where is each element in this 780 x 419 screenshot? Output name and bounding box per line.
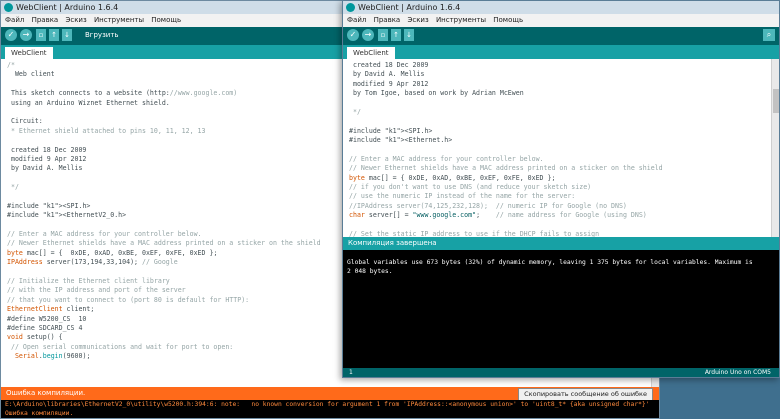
code-line: modified 9 Apr 2012 (349, 79, 429, 88)
code-text: created 18 Dec 2009 by David A. Mellis m… (343, 59, 771, 237)
upload-icon[interactable]: → (20, 29, 32, 41)
menu-help[interactable]: Помощь (493, 16, 523, 24)
code-line: #include "k1"><SPI.h> (349, 126, 433, 135)
line-number: 1 (349, 369, 353, 376)
toolbar-upload-label: Вгрузить (85, 31, 119, 39)
tab-webclient[interactable]: WebClient (5, 47, 53, 59)
console-line: Ошибка компиляции. (5, 410, 74, 417)
new-icon[interactable]: ▫ (36, 29, 46, 41)
status-bar: Компиляция завершена (343, 237, 779, 250)
window-title: WebClient | Arduino 1.6.4 (16, 3, 119, 12)
code-line: created 18 Dec 2009 (349, 61, 429, 69)
save-icon[interactable]: ↓ (404, 29, 414, 41)
new-icon[interactable]: ▫ (378, 29, 388, 41)
menu-file[interactable]: Файл (347, 16, 366, 24)
console-line: E:\Arduino\libraries\EthernetV2_0\utilit… (5, 401, 650, 408)
open-icon[interactable]: ↑ (391, 29, 401, 41)
footer-bar: 1 Arduino Uno on COM5 (343, 368, 779, 377)
code-line: // use the numeric IP instead of the nam… (349, 192, 576, 201)
tab-webclient[interactable]: WebClient (347, 47, 395, 59)
status-bar: Ошибка компиляции. Скопировать сообщение… (1, 387, 659, 401)
console-output: Global variables use 673 bytes (32%) of … (343, 250, 779, 370)
menu-edit[interactable]: Правка (32, 16, 59, 24)
code-line: // Set the static IP address to use if t… (349, 230, 600, 237)
save-icon[interactable]: ↓ (62, 29, 72, 41)
window-title: WebClient | Arduino 1.6.4 (358, 3, 461, 12)
status-message: Компиляция завершена (348, 239, 437, 247)
menu-help[interactable]: Помощь (151, 16, 181, 24)
toolbar: ✓ → ▫ ↑ ↓ ⌕ (343, 27, 779, 45)
verify-icon[interactable]: ✓ (347, 29, 359, 41)
code-line: */ (349, 107, 361, 116)
title-bar[interactable]: WebClient | Arduino 1.6.4 (343, 1, 779, 15)
code-line: // Newer Ethernet shields have a MAC add… (349, 164, 663, 173)
open-icon[interactable]: ↑ (49, 29, 59, 41)
menu-tools[interactable]: Инструменты (436, 16, 486, 24)
verify-icon[interactable]: ✓ (5, 29, 17, 41)
menu-file[interactable]: Файл (5, 16, 24, 24)
status-message: Ошибка компиляции. (6, 389, 86, 397)
tab-bar: WebClient (343, 45, 779, 59)
front-ide-window: WebClient | Arduino 1.6.4 Файл Правка Эс… (342, 0, 780, 378)
scrollbar-thumb[interactable] (773, 89, 779, 113)
menu-edit[interactable]: Правка (374, 16, 401, 24)
serial-monitor-icon[interactable]: ⌕ (763, 29, 775, 41)
code-line: by Tom Igoe, based on work by Adrian McE… (349, 89, 524, 98)
code-line: // if you don't want to use DNS (and red… (349, 183, 592, 192)
menu-sketch[interactable]: Эскиз (407, 16, 428, 24)
code-line: //IPAddress server(74,125,232,128); // n… (349, 201, 627, 210)
console-line: Global variables use 673 bytes (32%) of … (347, 259, 753, 266)
console-output: E:\Arduino\libraries\EthernetV2_0\utilit… (1, 400, 659, 418)
menu-sketch[interactable]: Эскиз (65, 16, 86, 24)
code-line: by David A. Mellis (349, 70, 425, 79)
editor-scrollbar[interactable] (771, 59, 779, 237)
arduino-app-icon (346, 3, 355, 12)
code-editor[interactable]: created 18 Dec 2009 by David A. Mellis m… (343, 59, 771, 237)
code-line: char server[] = "www.google.com"; // nam… (349, 211, 647, 220)
upload-icon[interactable]: → (362, 29, 374, 41)
arduino-app-icon (4, 3, 13, 12)
board-port: Arduino Uno on COM5 (704, 369, 771, 376)
code-line: #include "k1"><Ethernet.h> (349, 136, 453, 145)
code-line: // Enter a MAC address for your controll… (349, 154, 544, 163)
menu-tools[interactable]: Инструменты (94, 16, 144, 24)
console-line: 2 048 bytes. (347, 268, 393, 275)
menu-bar: Файл Правка Эскиз Инструменты Помощь (343, 14, 779, 27)
code-line: byte mac[] = { 0xDE, 0xAD, 0xBE, 0xEF, 0… (349, 173, 556, 182)
